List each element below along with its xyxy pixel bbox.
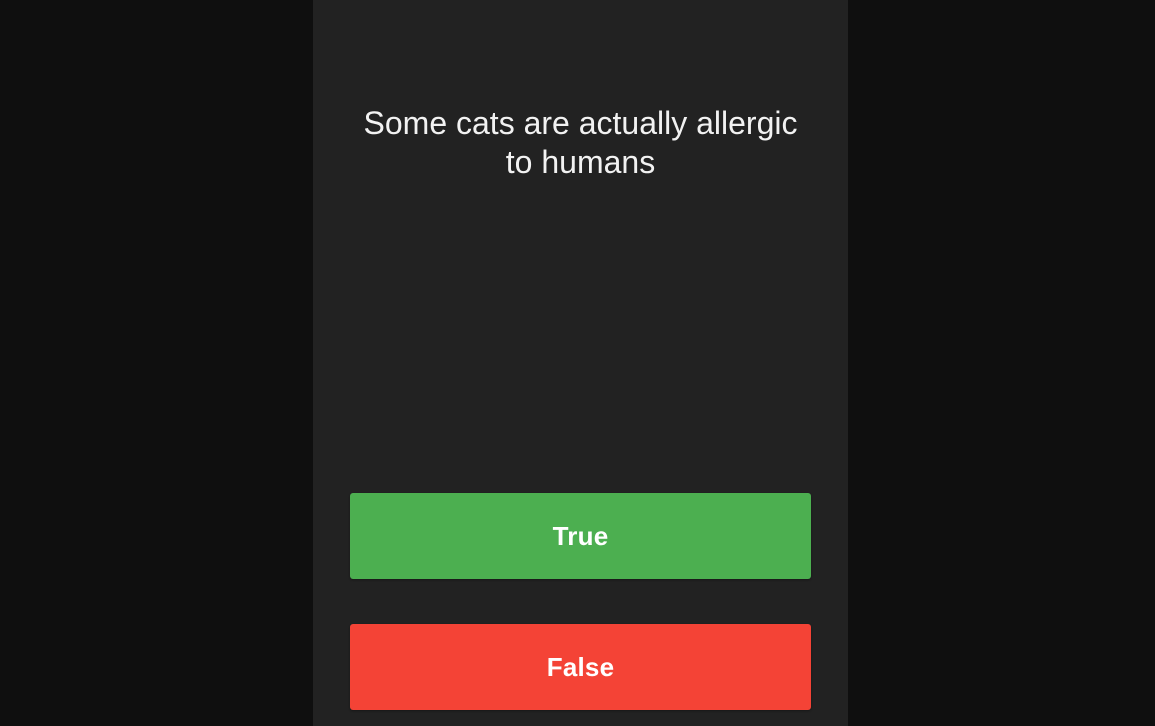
app-screen: Some cats are actually allergic to human… — [0, 0, 1155, 726]
quiz-panel: Some cats are actually allergic to human… — [313, 0, 848, 726]
question-text: Some cats are actually allergic to human… — [363, 105, 798, 180]
true-button[interactable]: True — [350, 493, 811, 579]
false-button[interactable]: False — [350, 624, 811, 710]
